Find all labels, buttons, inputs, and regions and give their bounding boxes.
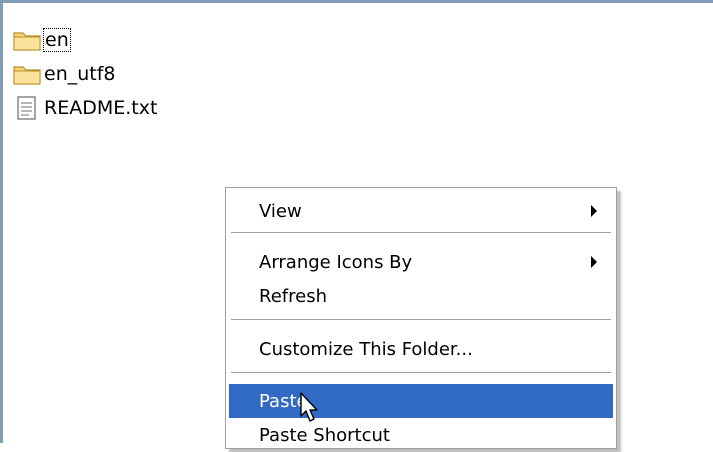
menu-item-view[interactable]: View (229, 194, 613, 228)
folder-icon (12, 62, 42, 86)
menu-separator (231, 372, 611, 374)
mouse-pointer-icon (300, 392, 318, 422)
menu-item-customize-folder[interactable]: Customize This Folder... (229, 332, 613, 366)
menu-item-arrange-icons-by[interactable]: Arrange Icons By (229, 245, 613, 279)
submenu-arrow-icon (591, 205, 597, 217)
context-menu: View Arrange Icons By Refresh Customize … (225, 187, 617, 449)
file-item-en[interactable]: en (12, 26, 71, 54)
menu-item-paste-shortcut[interactable]: Paste Shortcut (229, 418, 613, 452)
window-left-border (0, 0, 3, 443)
menu-item-label: Arrange Icons By (259, 251, 413, 273)
file-name: README.txt (44, 97, 158, 119)
menu-separator (231, 232, 611, 234)
submenu-arrow-icon (591, 256, 597, 268)
menu-item-refresh[interactable]: Refresh (229, 279, 613, 313)
file-item-readme[interactable]: README.txt (12, 94, 157, 122)
text-file-icon (12, 96, 42, 120)
file-name: en (43, 28, 71, 52)
menu-item-label: Refresh (259, 285, 327, 307)
window-top-border (0, 0, 713, 3)
menu-separator (231, 319, 611, 321)
file-name: en_utf8 (44, 63, 116, 85)
file-item-en-utf8[interactable]: en_utf8 (12, 60, 116, 88)
folder-icon (12, 28, 42, 52)
menu-item-paste[interactable]: Paste (229, 384, 613, 418)
menu-item-label: Customize This Folder... (259, 338, 473, 360)
menu-item-label: View (259, 200, 302, 222)
menu-item-label: Paste Shortcut (259, 424, 390, 446)
